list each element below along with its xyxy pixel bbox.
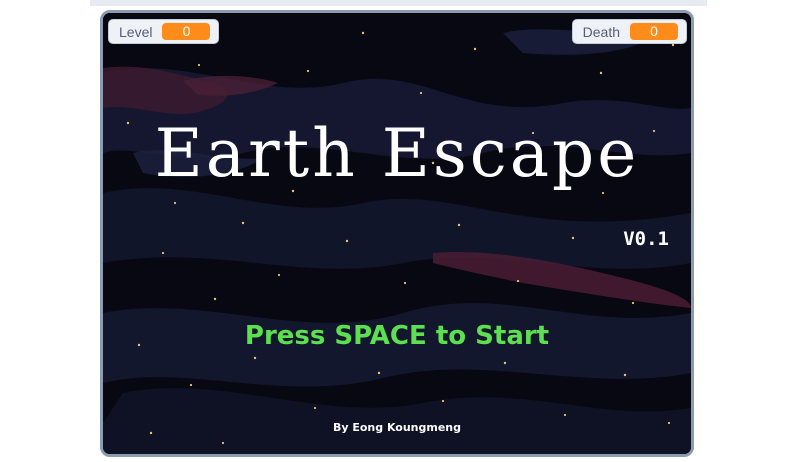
death-label: Death [582,23,620,40]
start-prompt: Press SPACE to Start [244,321,550,351]
death-monitor: Death 0 [571,19,687,44]
space-background [103,13,691,454]
level-value: 0 [162,23,211,40]
game-title: Earth Escape [154,115,640,192]
level-monitor: Level 0 [108,19,220,44]
game-version: V0.1 [623,228,669,250]
game-stage[interactable]: Level 0 Death 0 Earth Escape V0.1 Press … [100,10,694,457]
death-value: 0 [630,23,678,40]
level-label: Level [119,23,153,40]
editor-top-strip [90,0,707,6]
author-credit: By Eong Koungmeng [332,421,462,434]
